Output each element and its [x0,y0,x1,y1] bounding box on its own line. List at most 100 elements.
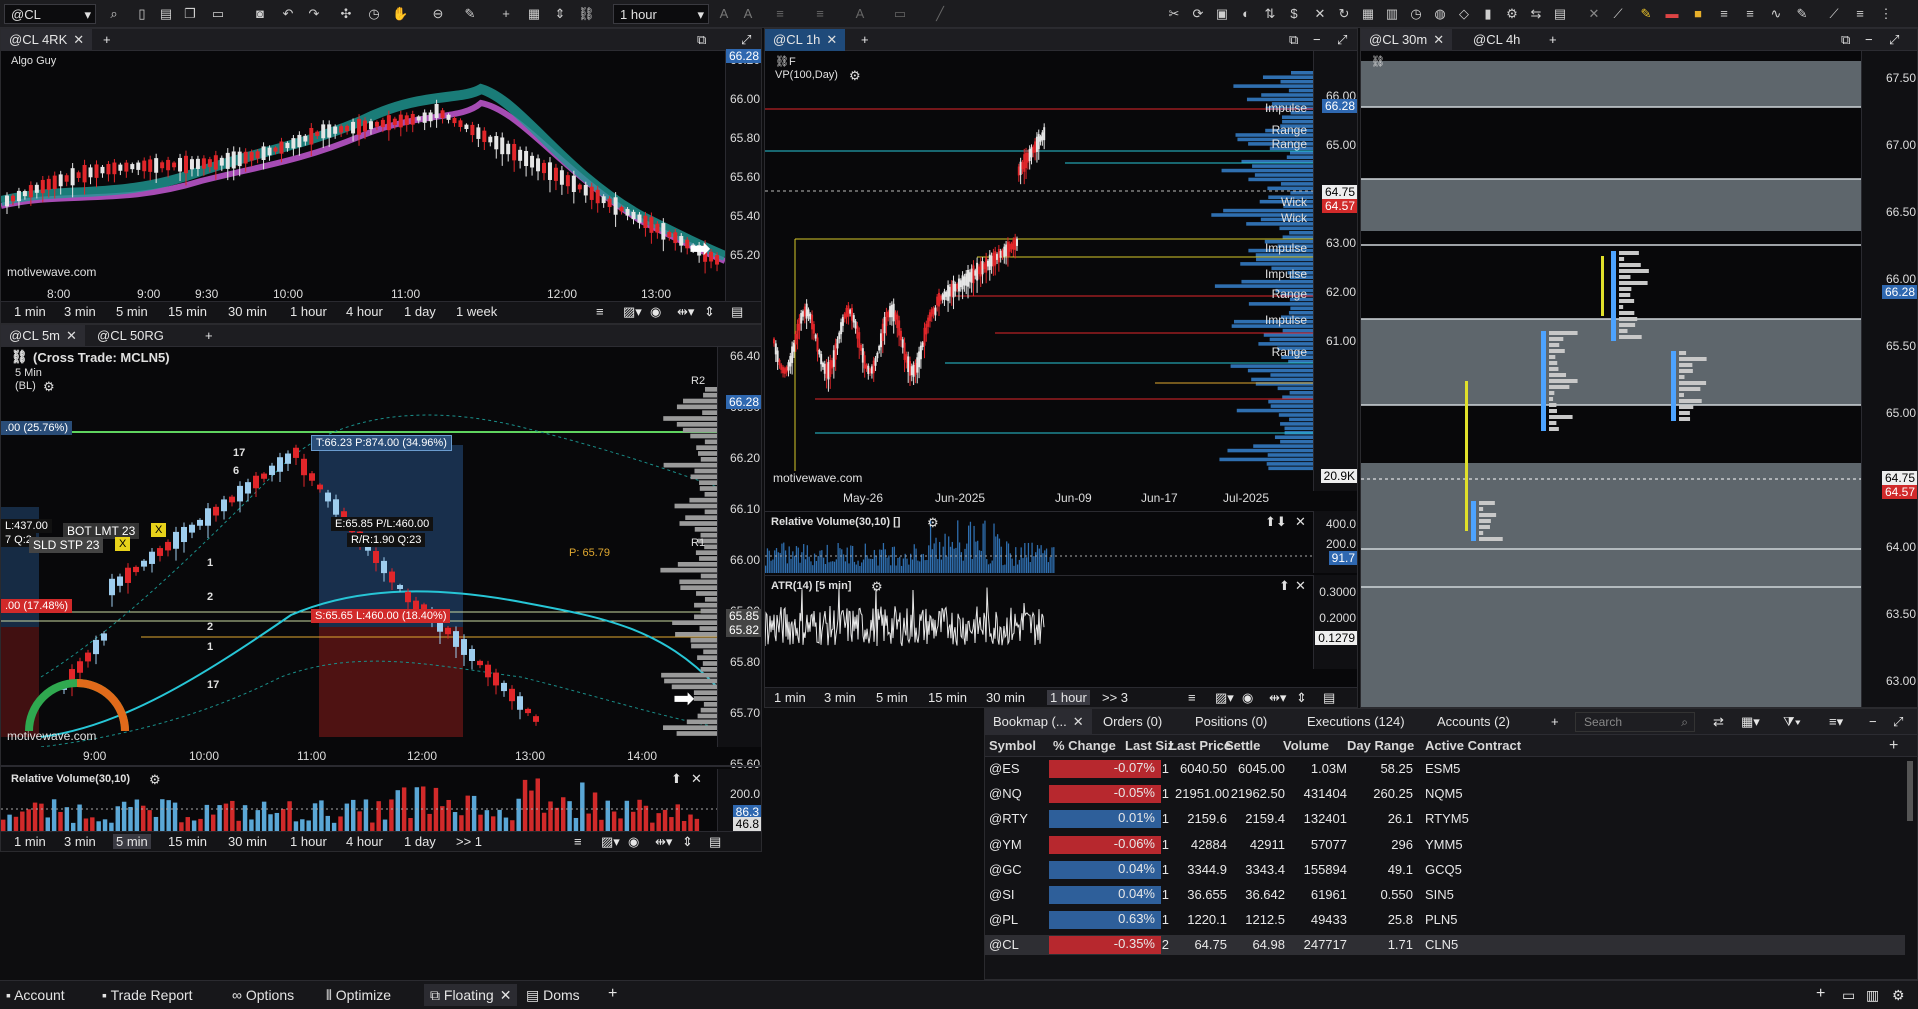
menu-icon[interactable]: ≡ [1185,690,1199,705]
range-icon[interactable]: ⇹▾ [1266,690,1289,706]
calendar-icon[interactable]: ▤ [1320,690,1338,706]
gear-icon[interactable]: ⚙ [871,579,883,595]
sld-order-label[interactable]: SLD STP 23 [29,537,104,553]
eraser-icon[interactable]: ◇ [1456,6,1472,22]
interval-1-hour[interactable]: 1 hour [1047,690,1090,705]
interval-30-min[interactable]: 30 min [225,834,270,849]
calendar-icon[interactable]: ▤ [706,834,724,850]
minimize-icon[interactable]: − [1305,29,1329,51]
interval--1[interactable]: >> 1 [453,834,485,849]
interval-5-min[interactable]: 5 min [113,304,151,319]
column-header[interactable]: Symbol [989,738,1036,753]
interval--3[interactable]: >> 3 [1099,690,1131,705]
gear-icon[interactable]: ⚙ [849,68,861,84]
popout-icon[interactable]: ⧉ [689,29,714,51]
tab-cl-50rg[interactable]: @CL 50RG [89,325,172,347]
gear-icon[interactable]: ⚙ [1892,987,1905,1004]
tab-accounts[interactable]: Accounts (2) [1429,709,1518,731]
clock-icon[interactable]: ◷ [1408,6,1424,22]
interval-4-hour[interactable]: 4 hour [343,834,386,849]
interval-5-min[interactable]: 5 min [113,834,151,849]
font-down-icon[interactable]: A [740,6,756,22]
calendar-icon[interactable]: ▤ [1552,6,1568,22]
interval-1-day[interactable]: 1 day [401,834,439,849]
interval-30-min[interactable]: 30 min [225,304,270,319]
highlighter-icon[interactable]: ✎ [1638,6,1654,22]
dollar-icon[interactable]: $ [1286,6,1302,22]
tab-cl-4h[interactable]: @CL 4h [1465,29,1528,51]
plus-icon[interactable]: + [498,6,514,22]
close-icon[interactable]: ✕ [1433,32,1444,47]
sld-close-icon[interactable]: X [115,537,131,551]
doms-button[interactable]: ▤ Doms [526,987,580,1004]
watchlist-row[interactable]: @ES -0.07% 1 6040.50 6045.00 1.03M 58.25 ESM5 [985,759,1905,779]
save-icon[interactable]: ▤ [158,6,174,22]
layout-icon[interactable]: ▦ [526,6,542,22]
column-header[interactable]: Active Contract [1425,738,1521,753]
watchlist-row[interactable]: @YM -0.06% 1 42884 42911 57077 296 YMM5 [985,835,1905,855]
interval-1-day[interactable]: 1 day [401,304,439,319]
sync-icon[interactable]: ⟳ [1190,6,1206,22]
interval-15-min[interactable]: 15 min [165,834,210,849]
add-tab-icon[interactable]: + [1543,709,1567,731]
autoscale-icon[interactable]: ⇕ [1293,690,1310,706]
rel-volume-5m[interactable]: Relative Volume(30,10) ⚙ ⬆ ✕ [1,769,717,831]
interval-15-min[interactable]: 15 min [165,304,210,319]
watchlist-row[interactable]: @NQ -0.05% 1 21951.00 21962.50 431404 260.25 NQ… [985,784,1905,804]
close-icon[interactable]: ✕ [73,32,84,47]
price-scale-1h[interactable]: 66.0065.0064.0063.0062.0061.00 66.28 64.… [1313,51,1357,491]
interval-3-min[interactable]: 3 min [61,304,99,319]
interval-1-min[interactable]: 1 min [771,690,809,705]
line-color-icon[interactable]: ╱ [932,6,948,22]
note-icon[interactable]: ■ [1690,6,1706,22]
expand-icon[interactable]: ⬆⬇ [1265,514,1287,530]
interval-3-min[interactable]: 3 min [61,834,99,849]
interval-1-hour[interactable]: 1 hour [287,304,330,319]
tab-cl-30m[interactable]: @CL 30m ✕ [1361,29,1453,51]
range-icon[interactable]: ⇹▾ [674,304,697,320]
add-tab-icon[interactable]: + [1541,29,1565,51]
trade-report-button[interactable]: ▪ Trade Report [102,987,193,1003]
close-all-icon[interactable]: ✕ [1586,6,1602,22]
undo-icon[interactable]: ↶ [280,6,296,22]
watchlist-row[interactable]: @RTY 0.01% 1 2159.6 2159.4 132401 26.1 RTYM5 [985,809,1905,829]
bar-chart-icon[interactable]: ▮ [1480,6,1496,22]
interval-1-min[interactable]: 1 min [11,834,49,849]
ruler-icon[interactable]: ⟋ [1610,6,1626,22]
maximize-icon[interactable]: ⤢ [1329,29,1355,51]
calendar-icon[interactable]: ▤ [728,304,746,320]
eye-icon[interactable]: ◉ [647,304,664,320]
interval-4-hour[interactable]: 4 hour [343,304,386,319]
palette-icon[interactable]: ▨▾ [620,304,645,320]
redo-icon[interactable]: ↷ [306,6,322,22]
chart-5m[interactable]: ⛓ (Cross Trade: MCLN5) 5 Min (BL) ⚙ T:66… [1,347,717,747]
rel-volume-1h[interactable]: Relative Volume(30,10) [] ⚙ ⬆⬇ ✕ [765,511,1313,573]
flag-icon[interactable]: ▬ [1664,6,1680,22]
price-scale-5m[interactable]: 66.4066.3066.2066.1066.0065.9065.8065.70… [717,347,761,822]
text-color-icon[interactable]: A [852,6,868,22]
add-tab-icon[interactable]: + [197,325,221,347]
tab-cl-1h[interactable]: @CL 1h ✕ [765,29,846,51]
interval-1-week[interactable]: 1 week [453,304,500,319]
book-icon[interactable]: ▥ [1384,6,1400,22]
gear-icon[interactable]: ⚙ [1504,6,1520,22]
watchlist-search-input[interactable]: Search ⌕ [1575,712,1695,732]
line-icon[interactable]: ⟋ [1826,6,1842,22]
atr-1h[interactable]: ATR(14) [5 min] ⚙ ⬆ ✕ [765,575,1313,669]
search-icon[interactable]: ⌕ [106,6,122,22]
link-icon[interactable]: ⛓ [578,6,595,22]
timer-icon[interactable]: ◷ [366,6,382,22]
vertical-icon[interactable]: ⋮ [1878,6,1894,22]
tab-bookmap[interactable]: Bookmap (... ✕ [985,709,1092,735]
columns-icon[interactable]: ⇄ [1705,709,1732,731]
align-left-icon[interactable]: ≡ [1716,6,1732,22]
trash-icon[interactable]: ▥ [1866,987,1879,1004]
close-icon[interactable]: ✕ [1295,514,1306,530]
autoscale-icon[interactable]: ⇕ [552,6,568,22]
maximize-icon[interactable]: ⤢ [733,29,759,51]
column-header[interactable]: Last Siz [1125,738,1174,753]
popout-icon[interactable]: ⧉ [1281,29,1306,51]
menu-icon[interactable]: ≡▾ [1821,709,1851,731]
menu-icon[interactable]: ≡ [1852,6,1868,22]
close-icon[interactable]: ✕ [500,987,512,1003]
